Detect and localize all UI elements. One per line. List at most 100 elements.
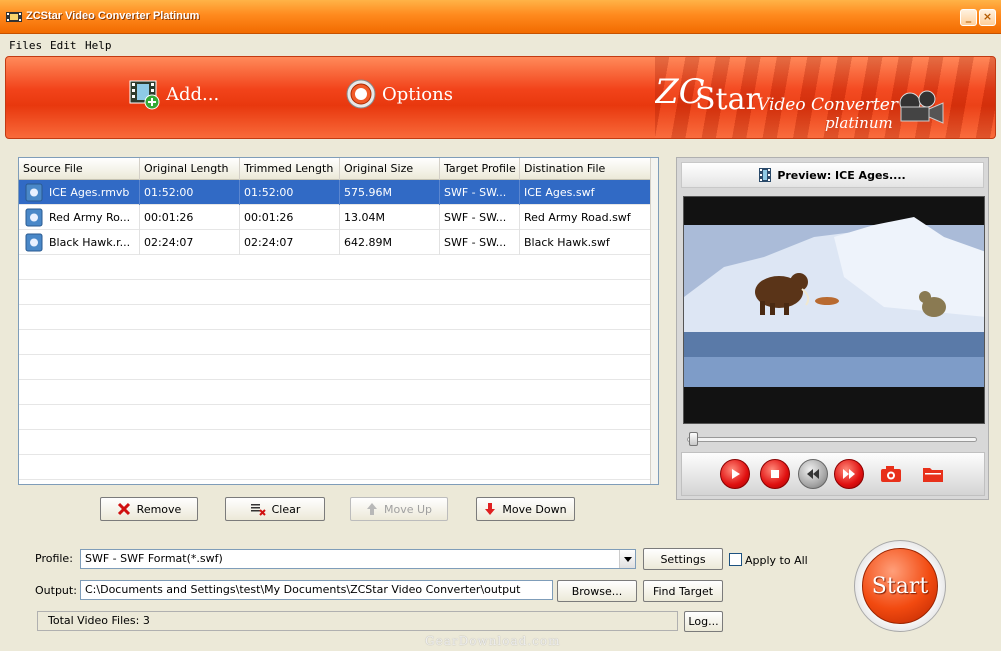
folder-icon: [923, 468, 943, 482]
output-path-field[interactable]: C:\Documents and Settings\test\My Docume…: [80, 580, 553, 600]
cell-original-length: 02:24:07: [140, 230, 240, 255]
cell-source-file: Black Hawk.r...: [45, 230, 140, 255]
fast-forward-button[interactable]: [834, 459, 864, 489]
gear-icon: [346, 79, 376, 109]
video-file-icon: [25, 233, 43, 252]
menu-help[interactable]: Help: [85, 39, 112, 52]
column-trimmed-length[interactable]: Trimmed Length: [240, 158, 340, 180]
cell-original-size: 642.89M: [340, 230, 440, 255]
add-film-icon: [129, 80, 160, 110]
table-row[interactable]: Red Army Ro... 00:01:26 00:01:26 13.04M …: [19, 205, 651, 230]
cell-original-size: 575.96M: [340, 180, 440, 205]
cell-original-length: 00:01:26: [140, 205, 240, 230]
menu-files[interactable]: Files: [9, 39, 42, 52]
log-button[interactable]: Log...: [684, 611, 723, 632]
arrow-down-icon: [485, 503, 496, 515]
cell-destination-file: Red Army Road.swf: [520, 205, 651, 230]
move-up-button[interactable]: Move Up: [350, 497, 448, 521]
empty-row: [19, 280, 651, 305]
start-button[interactable]: Start: [854, 540, 946, 632]
cell-source-file: ICE Ages.rmvb: [45, 180, 140, 205]
cell-original-length: 01:52:00: [140, 180, 240, 205]
cell-destination-file: ICE Ages.swf: [520, 180, 651, 205]
table-header: Source File Original Length Trimmed Leng…: [19, 158, 651, 180]
menu-edit[interactable]: Edit: [50, 39, 77, 52]
toolbar-banner: Add... Options ZC Star Video Converter p…: [5, 56, 996, 139]
minimize-button[interactable]: _: [960, 9, 977, 26]
cell-source-file: Red Army Ro...: [45, 205, 140, 230]
snapshot-button[interactable]: [880, 465, 902, 486]
options-label: Options: [382, 83, 453, 105]
clear-button[interactable]: Clear: [225, 497, 325, 521]
video-preview[interactable]: [683, 196, 985, 424]
stop-icon: [771, 470, 779, 478]
remove-button[interactable]: Remove: [100, 497, 198, 521]
empty-row: [19, 455, 651, 480]
profile-value: SWF - SWF Format(*.swf): [85, 552, 223, 565]
preview-title: Preview: ICE Ages....: [777, 168, 906, 182]
cell-trimmed-length: 02:24:07: [240, 230, 340, 255]
cell-target-profile: SWF - SW...: [440, 205, 520, 230]
preview-title-bar: Preview: ICE Ages....: [681, 162, 984, 188]
stop-button[interactable]: [760, 459, 790, 489]
browse-button[interactable]: Browse...: [557, 580, 637, 602]
cell-trimmed-length: 00:01:26: [240, 205, 340, 230]
close-button[interactable]: ×: [979, 9, 996, 26]
logo-line2: platinum: [825, 114, 893, 132]
table-scrollbar[interactable]: [650, 158, 658, 484]
cell-trimmed-length: 01:52:00: [240, 180, 340, 205]
zcstar-logo: ZC Star Video Converter platinum: [655, 72, 944, 132]
table-row[interactable]: ICE Ages.rmvb 01:52:00 01:52:00 575.96M …: [19, 180, 651, 205]
move-down-button[interactable]: Move Down: [476, 497, 575, 521]
column-original-length[interactable]: Original Length: [140, 158, 240, 180]
column-source-file[interactable]: Source File: [19, 158, 140, 180]
rewind-icon: [807, 469, 819, 479]
cell-destination-file: Black Hawk.swf: [520, 230, 651, 255]
move-down-label: Move Down: [502, 502, 567, 516]
video-file-icon: [25, 183, 43, 202]
start-label: Start: [862, 548, 938, 624]
rewind-button[interactable]: [798, 459, 828, 489]
column-target-profile[interactable]: Target Profile: [440, 158, 520, 180]
settings-button[interactable]: Settings: [643, 548, 723, 570]
options-button[interactable]: Options: [344, 77, 453, 111]
title-bar: ZCStar Video Converter Platinum _ ×: [0, 0, 1001, 34]
camera-icon: [881, 466, 901, 482]
empty-row: [19, 305, 651, 330]
find-target-button[interactable]: Find Target: [643, 580, 723, 602]
file-table[interactable]: Source File Original Length Trimmed Leng…: [18, 157, 659, 485]
empty-row: [19, 330, 651, 355]
logo-brand-star: Star: [695, 82, 760, 117]
cell-target-profile: SWF - SW...: [440, 180, 520, 205]
watermark-text: GearDownload.com: [425, 634, 561, 648]
empty-row: [19, 405, 651, 430]
apply-to-all-checkbox[interactable]: [729, 553, 742, 566]
arrow-up-icon: [366, 503, 377, 515]
dropdown-arrow-icon[interactable]: [619, 550, 635, 568]
column-destination-file[interactable]: Distination File: [520, 158, 651, 180]
video-file-icon: [25, 208, 43, 227]
empty-row: [19, 255, 651, 280]
profile-select[interactable]: SWF - SWF Format(*.swf): [80, 549, 636, 569]
add-label: Add...: [166, 83, 220, 105]
empty-row: [19, 430, 651, 455]
table-row[interactable]: Black Hawk.r... 02:24:07 02:24:07 642.89…: [19, 230, 651, 255]
empty-row: [19, 380, 651, 405]
seek-thumb[interactable]: [689, 432, 698, 446]
remove-label: Remove: [136, 502, 182, 516]
play-button[interactable]: [720, 459, 750, 489]
fast-forward-icon: [843, 469, 855, 479]
clear-list-icon: [250, 504, 266, 516]
film-icon: [759, 168, 772, 182]
play-icon: [732, 469, 740, 479]
open-folder-button[interactable]: [922, 465, 944, 486]
seek-slider[interactable]: [687, 432, 979, 446]
move-up-label: Move Up: [383, 502, 433, 516]
empty-row: [19, 355, 651, 380]
column-original-size[interactable]: Original Size: [340, 158, 440, 180]
apply-to-all-label[interactable]: Apply to All: [745, 554, 808, 567]
add-button[interactable]: Add...: [128, 77, 219, 111]
remove-x-icon: [117, 502, 130, 516]
output-label: Output:: [35, 584, 77, 597]
clear-label: Clear: [271, 502, 301, 516]
